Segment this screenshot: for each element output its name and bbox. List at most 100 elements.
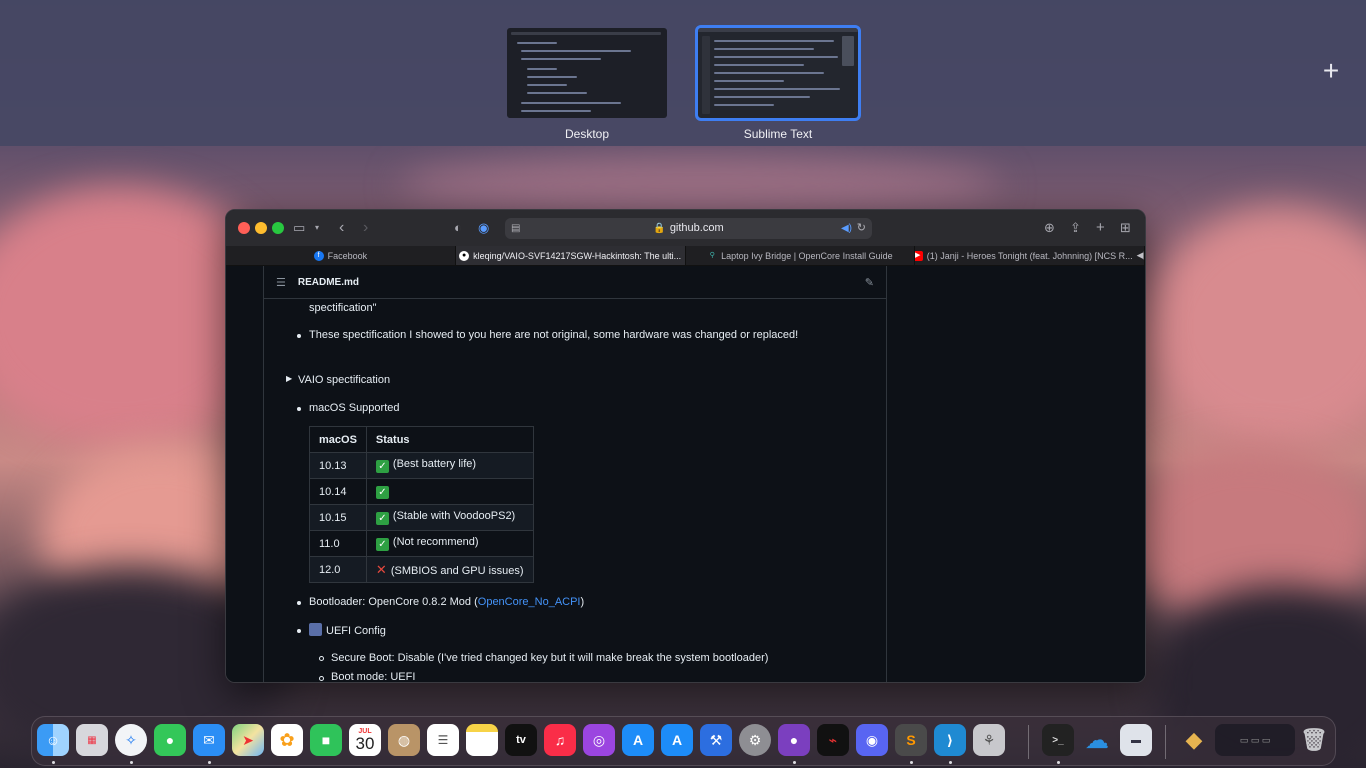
bootloader-suffix: )	[580, 596, 585, 608]
status-cell: ✕ (SMBIOS and GPU issues)	[365, 556, 534, 583]
opencore-icon: ⚲	[709, 251, 715, 259]
calendar-day: 30	[355, 734, 375, 753]
forward-icon[interactable]: ›	[363, 219, 368, 237]
version-cell: 12.0	[309, 556, 367, 583]
reload-icon[interactable]: ↻	[857, 218, 866, 239]
dock: ☺ ▦ ✧ ● ✉ ➤ ✿ ■ JUL 30 ◍ ☰ tv ♫ ◎ A A ⚒ …	[31, 716, 1336, 766]
check-icon: ✓	[375, 538, 389, 551]
finder-icon[interactable]: ☺	[37, 724, 69, 756]
macos-supported-text: macOS Supported	[309, 402, 400, 414]
contacts-icon[interactable]: ◍	[388, 724, 420, 756]
github-desktop-icon[interactable]: ●	[778, 724, 810, 756]
tab-github-readme[interactable]: ● kleqing/VAIO-SVF14217SGW-Hackintosh: T…	[455, 246, 686, 265]
maps-icon[interactable]: ➤	[232, 724, 264, 756]
boot-mode-text: Boot mode: UEFI	[331, 671, 416, 683]
tab-youtube[interactable]: ▶ (1) Janji - Heroes Tonight (feat. John…	[915, 246, 1145, 265]
disclosure-triangle-icon[interactable]: ▶	[286, 374, 292, 383]
status-text: (Stable with VoodooPS2)	[392, 510, 516, 522]
applications-folder-icon[interactable]: ◆	[1178, 724, 1210, 756]
readme-panel: ☰ README.md ✎ spectification" These spec…	[263, 266, 887, 683]
minimize-window-button[interactable]	[255, 222, 267, 234]
bootloader-text: Bootloader: OpenCore 0.8.2 Mod (OpenCore…	[309, 596, 584, 608]
table-header: macOS	[309, 426, 367, 453]
photos-icon[interactable]: ✿	[271, 724, 303, 756]
url-text: github.com	[669, 222, 724, 234]
reminders-icon[interactable]: ☰	[427, 724, 459, 756]
running-indicator	[208, 761, 211, 764]
tab-overview-icon[interactable]: ⊞	[1120, 219, 1131, 237]
status-cell: ✓ (Best battery life)	[365, 452, 534, 479]
audio-playing-icon[interactable]: ◀)	[1137, 250, 1144, 261]
privacy-shield-icon[interactable]: ◐	[454, 219, 462, 237]
discord-icon[interactable]: ◉	[856, 724, 888, 756]
tab-facebook[interactable]: f Facebook	[226, 246, 456, 265]
running-indicator	[130, 761, 133, 764]
table-row: 11.0 ✓ (Not recommend)	[309, 530, 534, 557]
new-tab-icon[interactable]: +	[1096, 219, 1105, 237]
plus-icon[interactable]: +	[1320, 57, 1342, 85]
messages-icon[interactable]: ●	[154, 724, 186, 756]
bullet	[297, 407, 301, 411]
facetime-icon[interactable]: ■	[310, 724, 342, 756]
apple-tv-icon[interactable]: tv	[505, 724, 537, 756]
share-icon[interactable]: ⇪	[1070, 219, 1081, 237]
status-text: (Best battery life)	[392, 458, 477, 470]
running-indicator	[52, 761, 55, 764]
space-sublime-text-label: Sublime Text	[743, 127, 813, 141]
table-row: 10.13 ✓ (Best battery life)	[309, 452, 534, 479]
sublime-text-icon[interactable]: S	[895, 724, 927, 756]
safari-icon[interactable]: ✧	[115, 724, 147, 756]
not-original-text: These spectification I showed to you her…	[309, 329, 799, 341]
vscode-icon[interactable]: ⟩	[934, 724, 966, 756]
version-cell: 10.15	[309, 504, 367, 531]
bullet	[297, 601, 301, 605]
extension-icon[interactable]: ◉	[478, 219, 489, 237]
disk-utility-icon[interactable]: ▬	[1120, 724, 1152, 756]
terminal-icon[interactable]: >_	[1042, 724, 1074, 756]
edit-pencil-icon[interactable]: ✎	[865, 276, 874, 289]
app-store-icon[interactable]: A	[622, 724, 654, 756]
xcode-app-store-icon[interactable]: A	[661, 724, 693, 756]
xcode-icon[interactable]: ⚒	[700, 724, 732, 756]
tab-opencore-guide[interactable]: ⚲ Laptop Ivy Bridge | OpenCore Install G…	[686, 246, 916, 265]
readme-filename: README.md	[297, 276, 359, 288]
podcasts-icon[interactable]: ◎	[583, 724, 615, 756]
space-sublime-text[interactable]: Sublime Text	[695, 25, 861, 141]
launchpad-icon[interactable]: ▦	[76, 724, 108, 756]
system-preferences-icon[interactable]: ⚙	[739, 724, 771, 756]
notes-icon[interactable]	[466, 724, 498, 756]
secure-boot-text: Secure Boot: Disable (I've tried changed…	[331, 652, 769, 664]
address-bar[interactable]: ▤ 🔒 github.com ◀) ↻	[505, 218, 872, 239]
monitor-app-icon[interactable]: ⌁	[817, 724, 849, 756]
onedrive-icon[interactable]: ☁	[1081, 724, 1113, 756]
spec-tail-text: spectification"	[309, 302, 377, 314]
speaker-icon[interactable]: ◀)	[841, 218, 852, 239]
chevron-down-icon[interactable]: ▾	[315, 219, 319, 237]
tab-label: Facebook	[327, 250, 368, 261]
macos-support-table: macOS Status 10.13 ✓ (Best battery life) …	[309, 426, 534, 583]
bullet	[297, 334, 301, 338]
music-icon[interactable]: ♫	[544, 724, 576, 756]
opencore-configurator-icon[interactable]: ⚘	[973, 724, 1005, 756]
uefi-config-label: UEFI Config	[326, 625, 386, 637]
table-row: 10.14 ✓	[309, 478, 534, 505]
outline-list-icon[interactable]: ☰	[276, 276, 286, 289]
minimized-windows-icon[interactable]: ▭ ▭ ▭	[1215, 724, 1295, 756]
zoom-window-button[interactable]	[272, 222, 284, 234]
sidebar-icon[interactable]: ▭	[293, 219, 305, 237]
browser-toolbar: ▭ ▾ ‹ › ◐ ◉ ▤ 🔒 github.com ◀) ↻ ⊕ ⇪ + ⊞	[226, 210, 1145, 246]
space-desktop[interactable]: Desktop	[507, 28, 667, 141]
back-icon[interactable]: ‹	[339, 219, 344, 237]
github-icon: ●	[459, 250, 470, 261]
opencore-no-acpi-link[interactable]: OpenCore_No_ACPI	[478, 596, 581, 608]
close-window-button[interactable]	[238, 222, 250, 234]
vaio-spec-summary[interactable]: VAIO spectification	[298, 374, 390, 386]
mail-icon[interactable]: ✉	[193, 724, 225, 756]
calendar-icon[interactable]: JUL 30	[349, 724, 381, 756]
trash-icon[interactable]: 🗑	[1298, 724, 1330, 756]
download-icon[interactable]: ⊕	[1044, 219, 1055, 237]
reader-icon[interactable]: ▤	[511, 218, 520, 239]
facebook-icon: f	[313, 250, 324, 261]
space-sublime-text-thumbnail[interactable]	[695, 25, 861, 121]
space-desktop-thumbnail[interactable]	[507, 28, 667, 118]
